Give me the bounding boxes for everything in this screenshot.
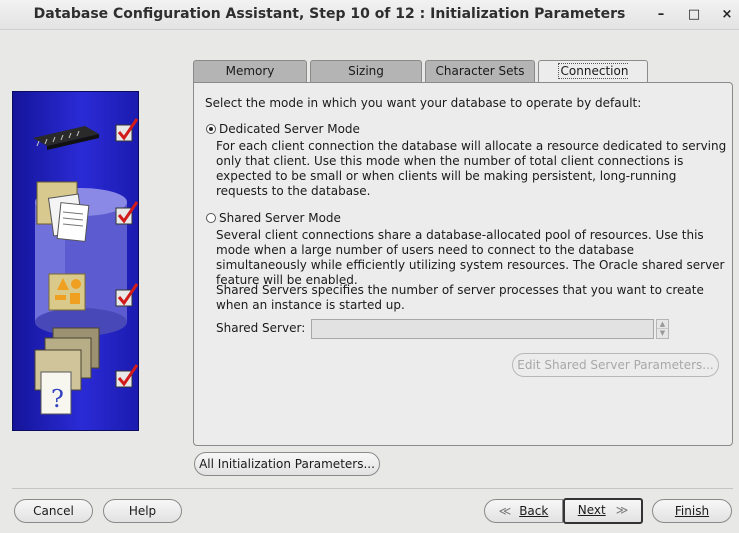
dedicated-server-radio[interactable]: [206, 124, 216, 134]
finish-button[interactable]: Finish: [652, 499, 732, 523]
shared-server-count-input[interactable]: [311, 319, 654, 339]
back-button[interactable]: ≪ Back: [484, 499, 563, 523]
shared-server-spinner[interactable]: ▲ ▼: [656, 319, 669, 339]
finish-button-label: Finish: [674, 504, 710, 518]
step-complete-checkmark-icon: [115, 364, 138, 388]
maximize-button[interactable]: □: [685, 6, 703, 24]
tab-connection-mode[interactable]: Connection Mode: [538, 60, 648, 100]
connection-mode-panel: Select the mode in which you want your d…: [193, 82, 733, 446]
spinner-up-icon[interactable]: ▲: [657, 320, 668, 329]
help-folders-icon: ?: [34, 327, 100, 415]
shared-server-description: Several client connections share a datab…: [216, 228, 725, 287]
svg-text:?: ?: [51, 385, 64, 413]
minimize-button[interactable]: –: [652, 6, 670, 24]
shared-server-radio[interactable]: [206, 213, 216, 223]
step-complete-checkmark-icon: [115, 118, 138, 142]
next-arrow-icon: ≫: [615, 503, 629, 517]
footer-separator: [12, 488, 733, 489]
spinner-down-icon[interactable]: ▼: [657, 329, 668, 338]
back-arrow-icon: ≪: [498, 504, 512, 518]
shared-server-label[interactable]: Shared Server Mode: [219, 211, 341, 226]
window-title: Database Configuration Assistant, Step 1…: [33, 6, 626, 22]
dedicated-server-label[interactable]: Dedicated Server Mode: [219, 122, 360, 137]
tab-character-sets-label: Character Sets: [435, 64, 525, 78]
dedicated-server-description: For each client connection the database …: [216, 139, 727, 198]
title-bar: Database Configuration Assistant, Step 1…: [0, 0, 739, 30]
tab-sizing[interactable]: Sizing: [310, 60, 422, 82]
help-button[interactable]: Help: [103, 499, 182, 523]
cancel-button[interactable]: Cancel: [14, 499, 93, 523]
shared-server-count-label: Shared Server:: [216, 321, 306, 335]
memory-chip-icon: [33, 126, 99, 150]
back-button-label: Back: [519, 504, 549, 518]
character-set-shapes-icon: [48, 273, 86, 311]
wizard-illustration-panel: ?: [12, 91, 139, 431]
tab-character-sets[interactable]: Character Sets: [425, 60, 535, 82]
close-button[interactable]: ×: [718, 6, 736, 24]
tab-memory[interactable]: Memory: [193, 60, 307, 82]
tab-sizing-label: Sizing: [348, 64, 384, 78]
all-initialization-parameters-button[interactable]: All Initialization Parameters...: [194, 452, 380, 476]
next-button[interactable]: Next ≫: [563, 498, 643, 524]
intro-text: Select the mode in which you want your d…: [205, 96, 642, 110]
shared-servers-note: Shared Servers specifies the number of s…: [216, 283, 704, 312]
next-button-label: Next: [577, 503, 606, 517]
tab-memory-label: Memory: [225, 64, 275, 78]
edit-shared-server-parameters-button[interactable]: Edit Shared Server Parameters...: [512, 353, 719, 377]
